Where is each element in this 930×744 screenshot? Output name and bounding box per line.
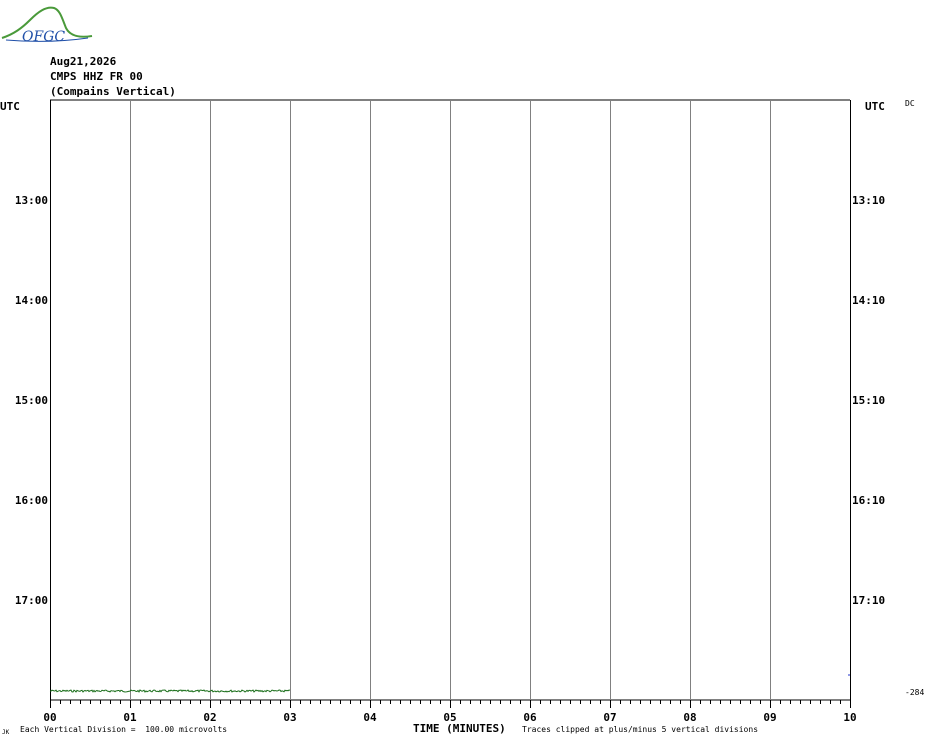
dc-label: DC	[905, 99, 915, 108]
left-time-label: 14:00	[15, 294, 48, 307]
right-time-label: 15:10	[852, 394, 885, 407]
helicorder-chart: 00 01 02 03 04 05 06 07 08 09 1013:0014:0015:0016:…	[15, 99, 885, 724]
x-tick-label-08: 08	[683, 711, 696, 724]
left-time-label: 15:00	[15, 394, 48, 407]
x-tick-label-06: 06	[523, 711, 537, 724]
trace-end-marker	[848, 674, 850, 676]
x-axis-title: TIME (MINUTES)	[413, 722, 506, 735]
right-time-label: 14:10	[852, 294, 885, 307]
x-tick-label-01: 01	[123, 711, 137, 724]
right-time-label: 16:10	[852, 494, 885, 507]
left-time-label: 16:00	[15, 494, 48, 507]
right-time-label: 17:10	[852, 594, 885, 607]
right-time-label: 13:10	[852, 194, 885, 207]
x-tick-label-03: 03	[283, 711, 296, 724]
dc-value: -284	[905, 688, 925, 697]
x-tick-label-09: 09	[763, 711, 776, 724]
x-tick-label-07: 07	[603, 711, 616, 724]
utc-left-label: UTC	[0, 100, 20, 113]
x-tick-label-04: 04	[363, 711, 377, 724]
corner-mark: JK	[2, 729, 10, 736]
left-time-label: 17:00	[15, 594, 48, 607]
x-tick-label-00: 00	[43, 711, 56, 724]
x-tick-label-02: 02	[203, 711, 216, 724]
seismic-trace	[49, 689, 291, 693]
scale-note: Each Vertical Division = 100.00 microvol…	[20, 725, 228, 734]
clip-note: Traces clipped at plus/minus 5 vertical …	[522, 725, 759, 734]
utc-right-label: UTC	[865, 100, 885, 113]
left-time-label: 13:00	[15, 194, 48, 207]
x-tick-label-10: 10	[843, 711, 856, 724]
